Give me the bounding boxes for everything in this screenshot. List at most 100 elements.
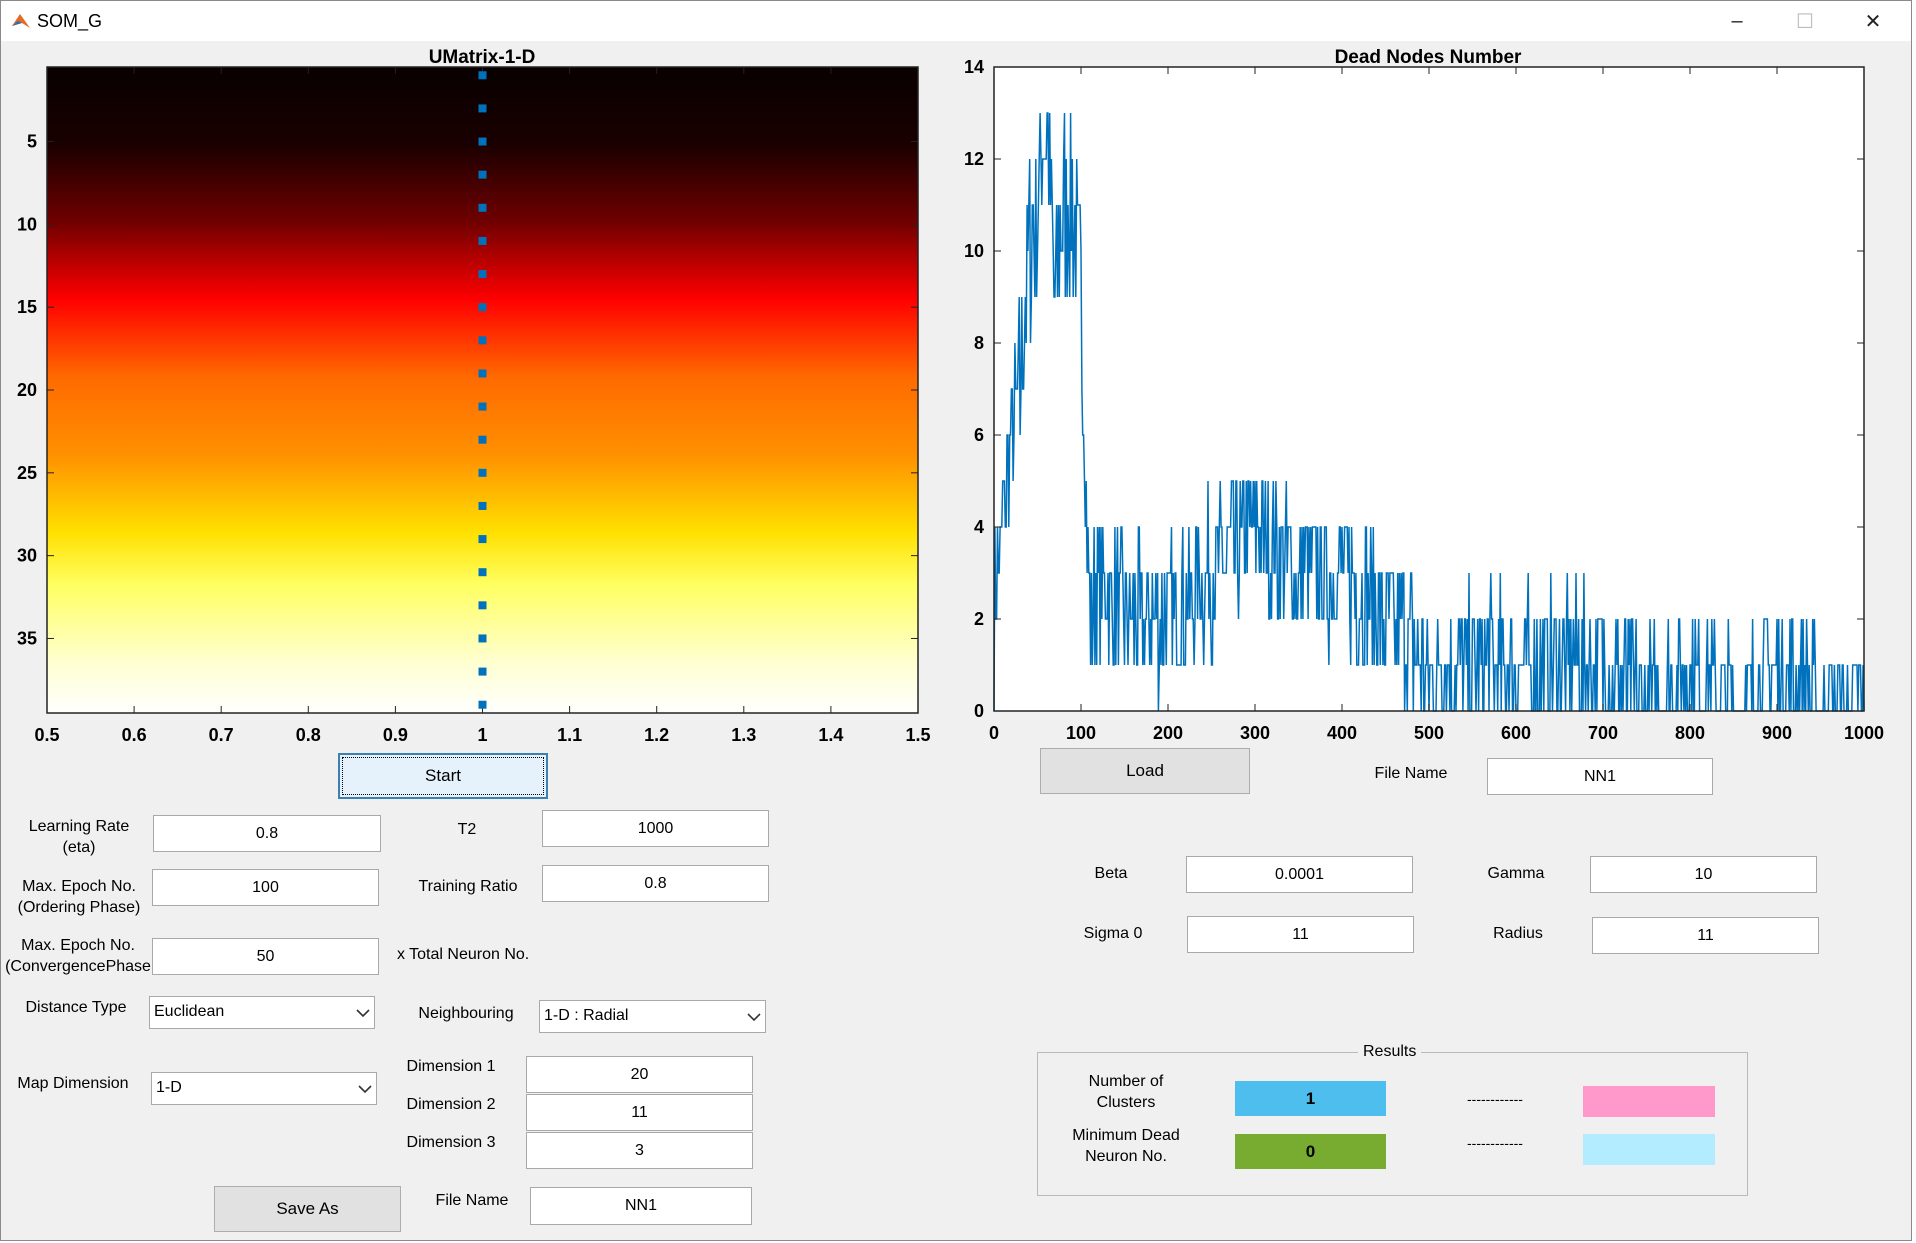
map-dimension-label: Map Dimension xyxy=(17,1075,129,1092)
save-file-name-label: File Name xyxy=(435,1192,509,1209)
chart-y-tick-label: 12 xyxy=(964,149,984,169)
max-epoch-ordering-input[interactable]: 100 xyxy=(152,869,379,906)
umatrix-marker xyxy=(478,137,487,146)
chart-x-tick-label: 100 xyxy=(1066,723,1096,743)
beta-label: Beta xyxy=(1094,865,1128,882)
umatrix-marker xyxy=(478,170,487,179)
maximize-button[interactable]: ☐ xyxy=(1771,1,1839,41)
chart-y-tick-label: 10 xyxy=(964,241,984,261)
chart-y-tick-label: 0 xyxy=(974,701,984,721)
umatrix-x-tick-label: 0.6 xyxy=(122,725,147,745)
title-bar: SOM_G – ☐ ✕ xyxy=(1,1,1911,41)
start-button[interactable]: Start xyxy=(338,753,548,799)
load-file-name-input[interactable]: NN1 xyxy=(1487,758,1713,795)
umatrix-marker xyxy=(478,501,487,510)
dead-nodes-chart: Dead Nodes Number 0 100 200 300 400 500 600 700… xyxy=(964,47,1884,743)
training-ratio-input[interactable]: 0.8 xyxy=(542,865,769,902)
dimension3-input[interactable]: 3 xyxy=(526,1132,753,1169)
chart-y-tick-label: 4 xyxy=(974,517,984,537)
umatrix-marker xyxy=(478,303,487,312)
umatrix-x-tick-label: 0.5 xyxy=(34,725,59,745)
umatrix-x-tick-label: 1.5 xyxy=(905,725,930,745)
close-icon: ✕ xyxy=(1864,10,1882,33)
umatrix-marker xyxy=(478,236,487,245)
chevron-down-icon xyxy=(743,1001,765,1032)
sigma0-label: Sigma 0 xyxy=(1083,925,1143,942)
umatrix-y-tick-label: 30 xyxy=(17,546,37,566)
distance-type-value: Euclidean xyxy=(154,1003,225,1020)
chart-x-tick-label: 500 xyxy=(1414,723,1444,743)
light-blue-swatch xyxy=(1583,1134,1715,1165)
chart-x-tick-label: 0 xyxy=(989,723,999,743)
chart-x-tick-label: 300 xyxy=(1240,723,1270,743)
umatrix-marker xyxy=(478,402,487,411)
umatrix-marker xyxy=(478,601,487,610)
results-title: Results xyxy=(1358,1043,1422,1061)
max-epoch-convergence-label: Max. Epoch No. (ConvergencePhase xyxy=(5,937,151,975)
dash-separator-1: ------------ xyxy=(1467,1091,1523,1107)
learning-rate-input[interactable]: 0.8 xyxy=(153,815,381,852)
map-dimension-value: 1-D xyxy=(156,1079,182,1096)
beta-input[interactable]: 0.0001 xyxy=(1186,856,1413,893)
clusters-label: Number of Clusters xyxy=(1088,1073,1164,1111)
distance-type-label: Distance Type xyxy=(25,999,127,1016)
min-dead-label: Minimum Dead Neuron No. xyxy=(1072,1127,1180,1165)
dimension1-label: Dimension 1 xyxy=(406,1058,496,1075)
umatrix-marker xyxy=(478,369,487,378)
learning-rate-label: Learning Rate (eta) xyxy=(28,818,130,856)
neighbouring-label: Neighbouring xyxy=(418,1005,514,1022)
radius-input[interactable]: 11 xyxy=(1592,917,1819,954)
dimension2-label: Dimension 2 xyxy=(406,1096,496,1113)
matlab-icon xyxy=(12,14,30,28)
umatrix-x-tick-label: 0.7 xyxy=(209,725,234,745)
load-button[interactable]: Load xyxy=(1040,748,1250,794)
umatrix-marker xyxy=(478,435,487,444)
minimize-button[interactable]: – xyxy=(1703,1,1771,41)
umatrix-marker xyxy=(478,468,487,477)
gamma-input[interactable]: 10 xyxy=(1590,856,1817,893)
dash-separator-2: ------------ xyxy=(1467,1135,1523,1151)
umatrix-x-tick-label: 1.3 xyxy=(731,725,756,745)
save-as-button[interactable]: Save As xyxy=(214,1186,401,1232)
chart-y-tick-label: 6 xyxy=(974,425,984,445)
dimension1-input[interactable]: 20 xyxy=(526,1056,753,1093)
close-button[interactable]: ✕ xyxy=(1839,1,1907,41)
chevron-down-icon xyxy=(352,997,374,1028)
gamma-label: Gamma xyxy=(1487,865,1545,882)
sigma0-input[interactable]: 11 xyxy=(1187,916,1414,953)
chart-y-tick-label: 2 xyxy=(974,609,984,629)
umatrix-x-tick-label: 1.4 xyxy=(818,725,843,745)
umatrix-marker xyxy=(478,336,487,345)
window-title: SOM_G xyxy=(37,11,103,31)
chart-x-tick-label: 200 xyxy=(1153,723,1183,743)
umatrix-marker xyxy=(478,700,487,709)
chart-x-tick-label: 700 xyxy=(1588,723,1618,743)
pink-swatch xyxy=(1583,1086,1715,1117)
training-ratio-label: Training Ratio xyxy=(418,878,518,895)
load-file-name-label: File Name xyxy=(1374,765,1448,782)
min-dead-value: 0 xyxy=(1235,1134,1386,1169)
dimension2-input[interactable]: 11 xyxy=(526,1094,753,1131)
umatrix-marker xyxy=(478,535,487,544)
umatrix-marker xyxy=(478,71,487,80)
chart-title: Dead Nodes Number xyxy=(1335,47,1522,68)
umatrix-marker xyxy=(478,634,487,643)
t2-input[interactable]: 1000 xyxy=(542,810,769,847)
maximize-icon: ☐ xyxy=(1796,10,1814,33)
t2-label: T2 xyxy=(457,821,477,838)
neighbouring-select[interactable]: 1-D : Radial xyxy=(539,1000,766,1033)
umatrix-x-tick-label: 0.8 xyxy=(296,725,321,745)
dimension3-label: Dimension 3 xyxy=(406,1134,496,1151)
clusters-value: 1 xyxy=(1235,1081,1386,1116)
umatrix-marker xyxy=(478,667,487,676)
umatrix-y-tick-label: 5 xyxy=(27,132,37,152)
chart-x-tick-label: 600 xyxy=(1501,723,1531,743)
distance-type-select[interactable]: Euclidean xyxy=(149,996,375,1029)
save-file-name-input[interactable]: NN1 xyxy=(530,1187,752,1225)
umatrix-x-tick-label: 1.2 xyxy=(644,725,669,745)
umatrix-y-tick-label: 25 xyxy=(17,463,37,483)
umatrix-marker xyxy=(478,568,487,577)
chart-y-tick-label: 14 xyxy=(964,57,984,77)
max-epoch-convergence-input[interactable]: 50 xyxy=(152,938,379,975)
map-dimension-select[interactable]: 1-D xyxy=(151,1072,377,1105)
